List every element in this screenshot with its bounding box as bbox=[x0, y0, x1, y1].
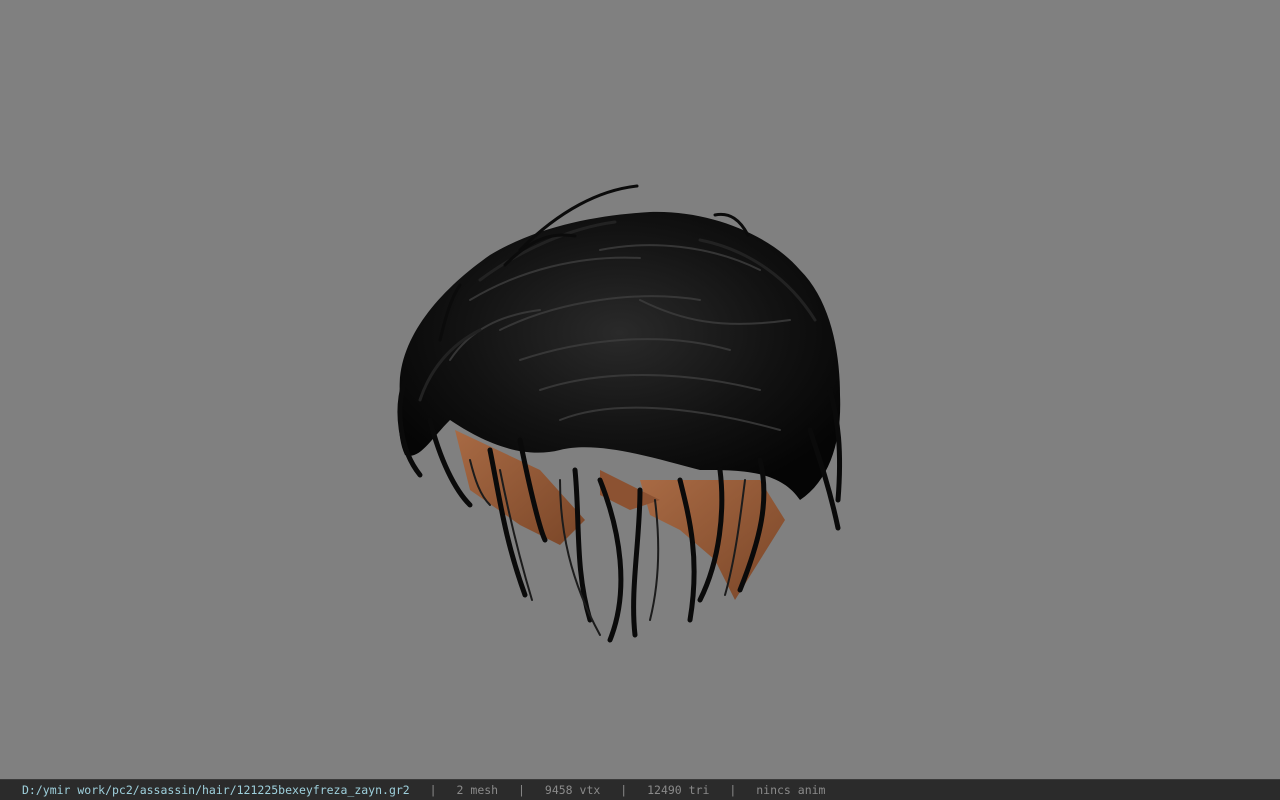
triangle-count: 12490 tri bbox=[647, 783, 710, 797]
status-separator: | bbox=[620, 783, 628, 797]
3d-viewport[interactable] bbox=[0, 0, 1280, 779]
vertex-count: 9458 vtx bbox=[544, 783, 601, 797]
animation-status: nincs anim bbox=[756, 783, 826, 797]
file-path: D:/ymir work/pc2/assassin/hair/121225bex… bbox=[22, 783, 410, 797]
status-bar: D:/ymir work/pc2/assassin/hair/121225bex… bbox=[0, 779, 1280, 800]
status-separator: | bbox=[429, 783, 437, 797]
mesh-count: 2 mesh bbox=[456, 783, 499, 797]
status-separator: | bbox=[729, 783, 737, 797]
hair-model-render[interactable] bbox=[0, 0, 1280, 779]
status-separator: | bbox=[518, 783, 525, 797]
hair-mesh bbox=[397, 184, 843, 643]
